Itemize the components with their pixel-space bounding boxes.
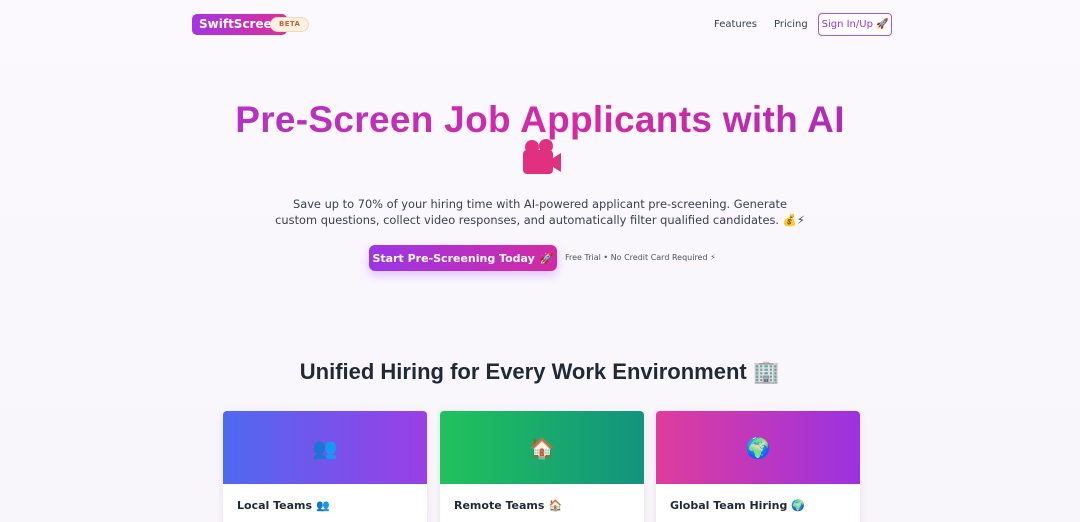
start-prescreening-button[interactable]: Start Pre-Screening Today 🚀 <box>369 245 557 271</box>
sign-in-label: Sign In/Up <box>821 19 873 30</box>
card-title: Global Team Hiring <box>670 499 788 512</box>
hero-subtitle: Save up to 70% of your hiring time with … <box>240 196 840 228</box>
rocket-icon: 🚀 <box>539 251 554 265</box>
card-local-teams[interactable]: 👥 Local Teams 👥 <box>223 411 427 522</box>
sign-in-button[interactable]: Sign In/Up 🚀 <box>818 13 892 36</box>
card-title: Remote Teams <box>454 499 545 512</box>
card-global-team-hiring[interactable]: 🌍 Global Team Hiring 🌍 <box>656 411 860 522</box>
globe-icon: 🌍 <box>791 499 806 512</box>
card-title: Local Teams <box>237 499 313 512</box>
video-camera-icon <box>523 139 561 174</box>
people-icon: 👥 <box>312 435 338 460</box>
nav-link-pricing[interactable]: Pricing <box>774 19 808 30</box>
hero-subtitle-line-2: custom questions, collect video response… <box>275 213 805 227</box>
rocket-icon: 🚀 <box>875 19 889 30</box>
card-label: Local Teams 👥 <box>237 499 330 512</box>
card-header: 🌍 <box>656 411 860 484</box>
section-title: Unified Hiring for Every Work Environmen… <box>299 359 781 384</box>
house-icon: 🏠 <box>529 435 555 460</box>
top-nav: SwiftScreen BETA Features Pricing Sign I… <box>0 0 1080 50</box>
card-header: 🏠 <box>440 411 644 484</box>
hero-title: Pre-Screen Job Applicants with AI <box>0 99 1080 141</box>
card-label: Global Team Hiring 🌍 <box>670 499 805 512</box>
hero-subtitle-line-1: Save up to 70% of your hiring time with … <box>292 197 788 211</box>
nav-link-features[interactable]: Features <box>714 19 757 30</box>
people-icon: 👥 <box>316 499 330 512</box>
trial-note: Free Trial • No Credit Card Required ⚡ <box>565 253 716 262</box>
card-remote-teams[interactable]: 🏠 Remote Teams 🏠 <box>440 411 644 522</box>
card-header: 👥 <box>223 411 427 484</box>
cta-label: Start Pre-Screening Today <box>372 251 535 265</box>
card-label: Remote Teams 🏠 <box>454 499 562 512</box>
house-icon: 🏠 <box>548 499 563 512</box>
beta-badge: BETA <box>270 17 310 32</box>
globe-icon: 🌍 <box>745 435 771 460</box>
